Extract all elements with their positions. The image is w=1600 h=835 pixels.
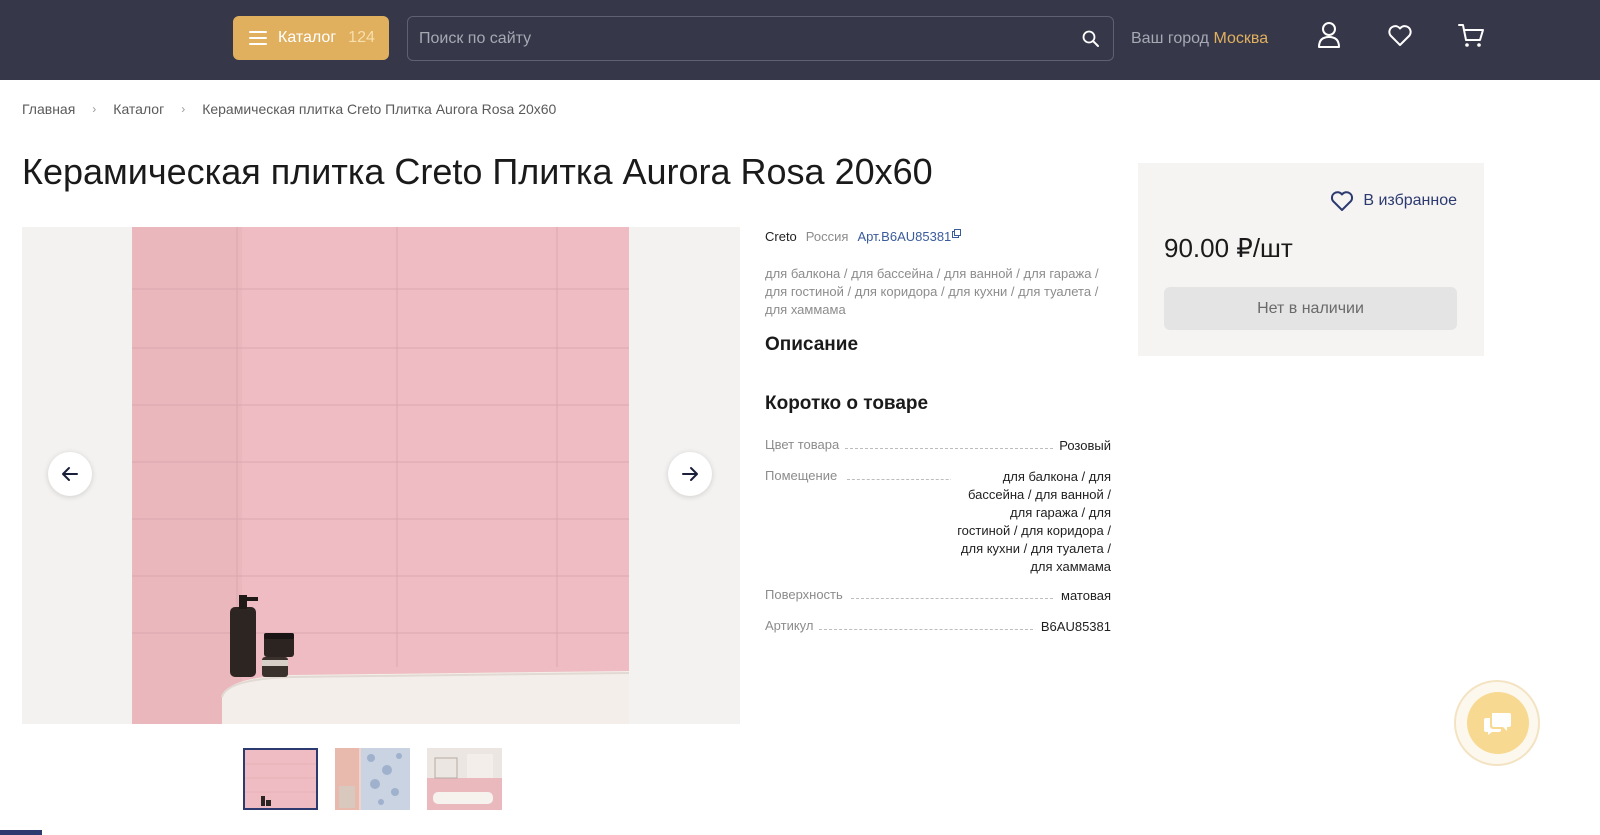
heart-icon[interactable] (1385, 20, 1415, 50)
page-title: Керамическая плитка Creto Плитка Aurora … (22, 151, 933, 192)
catalog-label: Каталог (278, 29, 337, 46)
city-name-link[interactable]: Москва (1213, 30, 1268, 47)
chat-icon (1484, 713, 1511, 735)
breadcrumb-current: Керамическая плитка Creto Плитка Aurora … (202, 101, 557, 117)
spec-value: B6AU85381 (1035, 618, 1111, 636)
arrow-right-icon (682, 467, 698, 481)
thumbnail-2[interactable] (335, 748, 410, 810)
article-link-wrap: Арт.B6AU85381 (857, 228, 962, 244)
spec-row-color: Цвет товара Розовый (765, 437, 1111, 455)
heart-icon (1331, 191, 1354, 211)
next-image-button[interactable] (668, 452, 712, 496)
spec-value: для балкона / для бассейна / для ванной … (951, 468, 1111, 576)
country: Россия (805, 228, 849, 244)
thumbnail-strip (243, 748, 502, 810)
price: 90.00 ₽/шт (1164, 233, 1293, 263)
spec-value: матовая (1056, 587, 1111, 605)
short-info-heading: Коротко о товаре (765, 393, 929, 414)
search-icon[interactable] (1081, 29, 1101, 49)
article-link[interactable]: Арт.B6AU85381 (857, 229, 951, 244)
thumbnail-1[interactable] (243, 748, 318, 810)
spec-row-article: Артикул B6AU85381 (765, 618, 1111, 636)
breadcrumb-home[interactable]: Главная (22, 101, 75, 117)
search-input[interactable] (408, 17, 1113, 60)
product-info: Creto Россия Арт.B6AU85381 для балкона /… (765, 227, 1111, 415)
user-icon[interactable] (1314, 20, 1344, 50)
city-selector: Ваш город Москва (1131, 30, 1268, 48)
copy-icon[interactable] (952, 228, 962, 238)
chevron-right-icon: › (92, 102, 97, 116)
thumbnail-3[interactable] (427, 748, 502, 810)
spec-value: Розовый (1054, 437, 1111, 455)
city-label: Ваш город (1131, 30, 1210, 47)
catalog-count: 124 (348, 29, 375, 46)
breadcrumb-catalog[interactable]: Каталог (113, 101, 164, 117)
product-gallery (22, 227, 740, 724)
catalog-button[interactable]: Каталог 124 (233, 16, 389, 60)
product-meta: Creto Россия Арт.B6AU85381 (765, 227, 1111, 245)
site-header: Каталог 124 Ваш город Москва (0, 0, 1600, 80)
spec-row-room: Помещение для балкона / для бассейна / д… (765, 468, 1111, 576)
add-to-favorites-button[interactable]: В избранное (1330, 190, 1457, 212)
spec-label: Помещение (765, 468, 843, 483)
out-of-stock-button[interactable]: Нет в наличии (1164, 287, 1457, 330)
chevron-right-icon: › (181, 102, 186, 116)
brand-name[interactable]: Creto (765, 229, 797, 244)
breadcrumb: Главная › Каталог › Керамическая плитка … (22, 101, 556, 117)
arrow-left-icon (62, 467, 78, 481)
room-tags: для балкона / для бассейна / для ванной … (765, 266, 1099, 317)
product-image[interactable] (132, 227, 629, 724)
menu-icon (249, 31, 267, 45)
search-box (407, 16, 1114, 61)
description-heading: Описание (765, 334, 859, 355)
favorites-label: В избранное (1363, 192, 1457, 209)
spec-label: Артикул (765, 618, 819, 633)
cart-icon[interactable] (1456, 20, 1486, 50)
scroll-indicator (0, 830, 42, 835)
buy-box: В избранное 90.00 ₽/шт Нет в наличии (1138, 163, 1484, 356)
spec-label: Цвет товара (765, 437, 845, 452)
spec-label: Поверхность (765, 587, 848, 602)
prev-image-button[interactable] (48, 452, 92, 496)
spec-row-surface: Поверхность матовая (765, 587, 1111, 605)
chat-button[interactable] (1467, 692, 1529, 754)
